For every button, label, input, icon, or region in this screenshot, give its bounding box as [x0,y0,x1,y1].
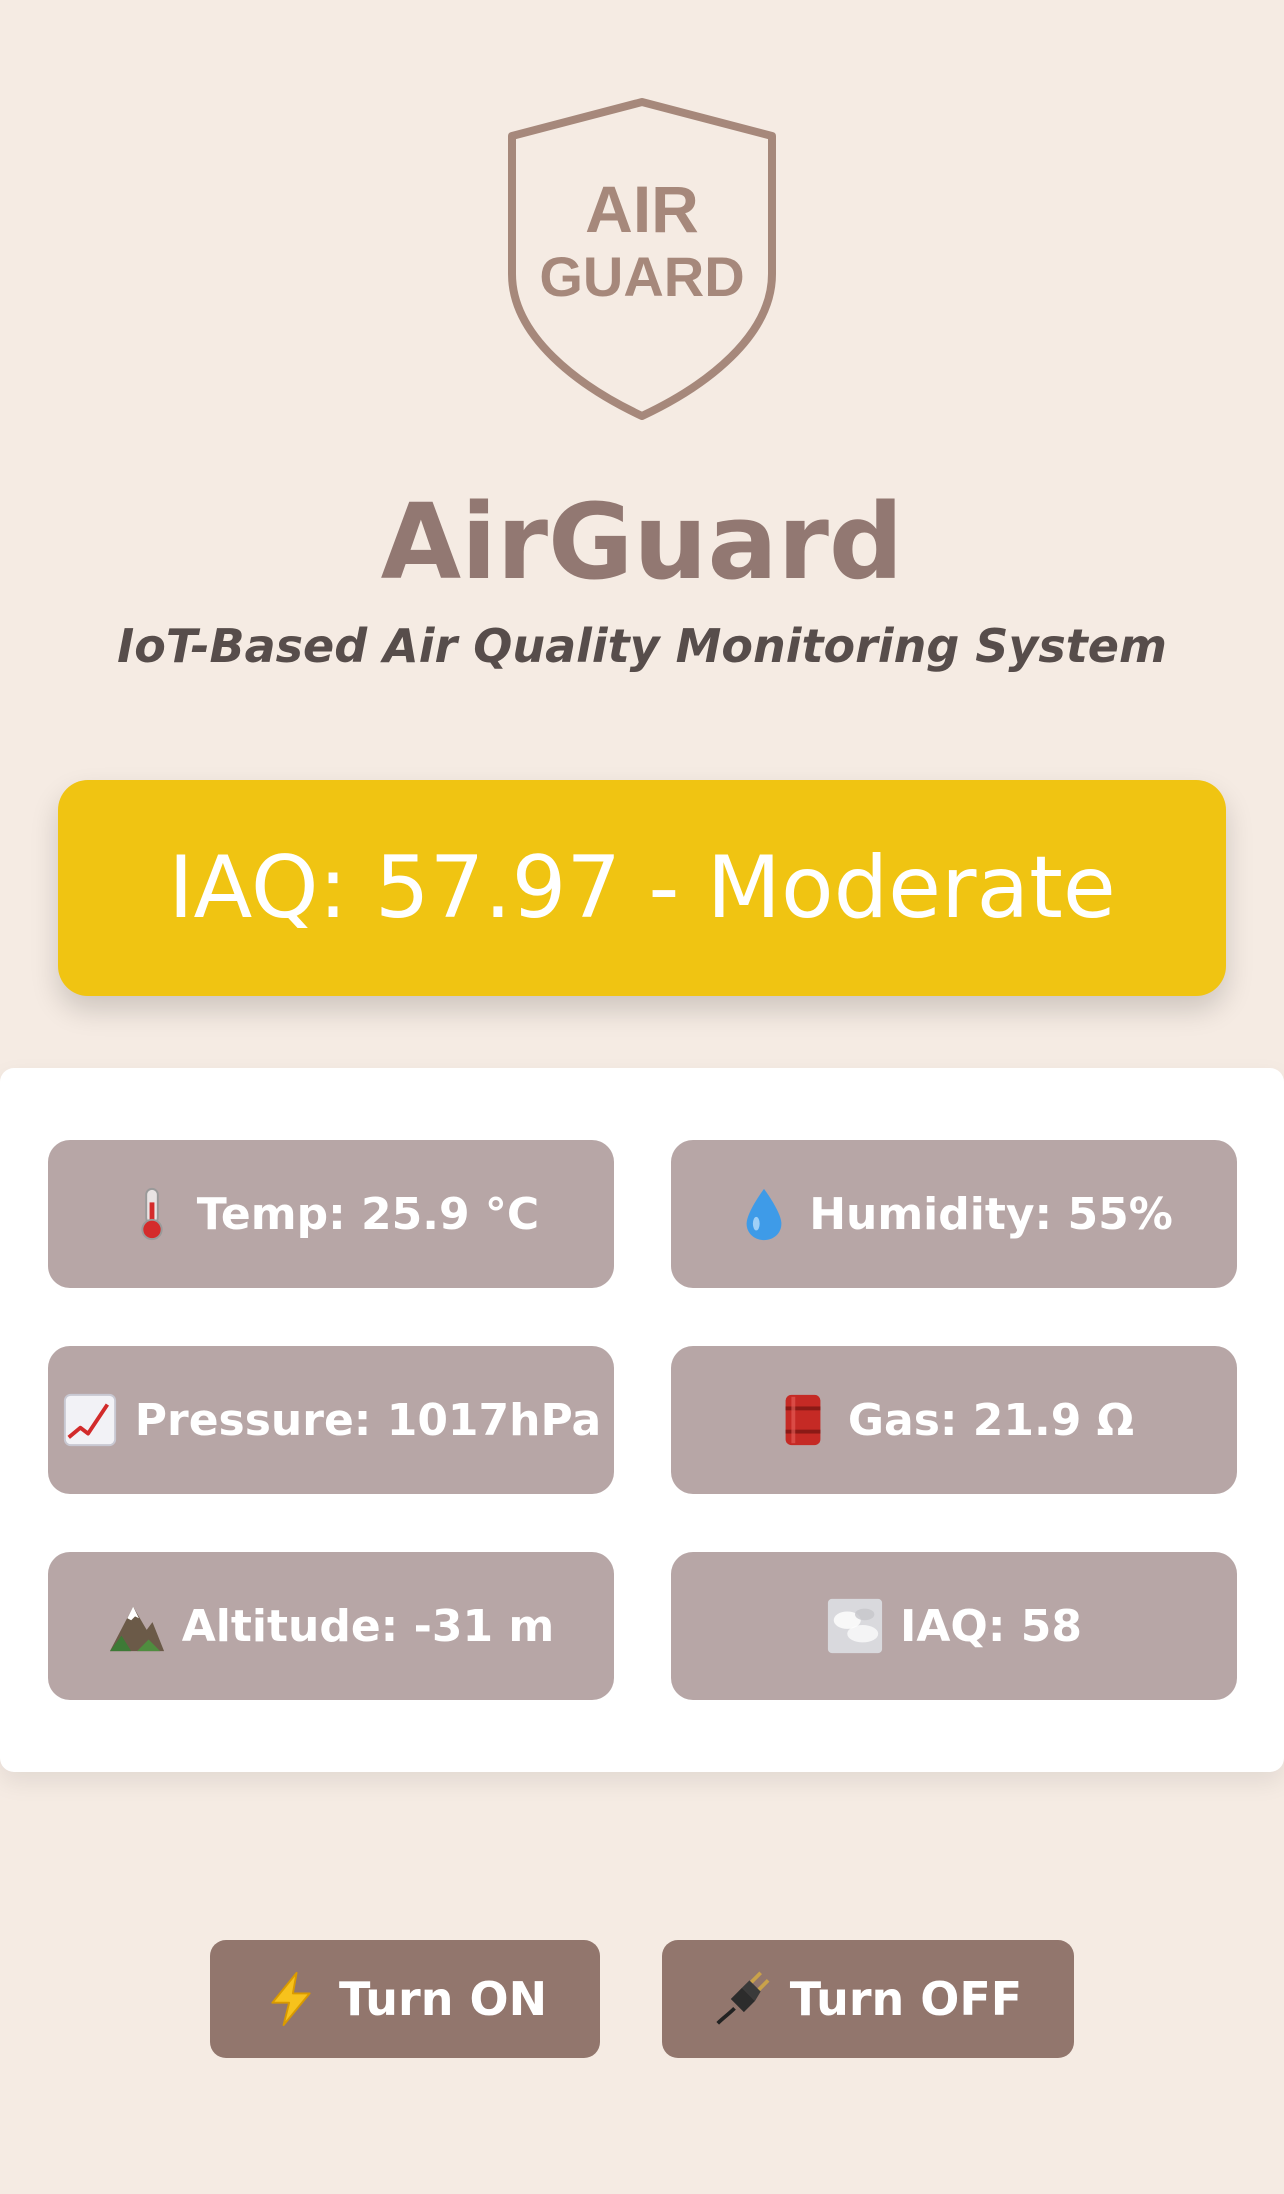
temperature-label: Temp: 25.9 °C [196,1188,540,1240]
temperature-tile: Temp: 25.9 °C [48,1140,614,1288]
iaq-status-text: IAQ: 57.97 - Moderate [168,838,1116,938]
logo-line-1: AIR [585,172,699,246]
humidity-label: Humidity: 55% [809,1188,1173,1240]
iaq-status-banner: IAQ: 57.97 - Moderate [58,780,1226,996]
mountain-icon [108,1597,166,1655]
iaq-tile: IAQ: 58 [671,1552,1237,1700]
pressure-tile: Pressure: 1017hPa [48,1346,614,1494]
droplet-icon [735,1185,793,1243]
oil-drum-icon [774,1391,832,1449]
turn-on-button[interactable]: Turn ON [210,1940,600,2058]
plug-icon [714,1971,770,2027]
shield-icon: AIR GUARD [508,98,776,420]
turn-on-label: Turn ON [338,1972,548,2026]
logo-line-2: GUARD [539,245,744,308]
app-title: AirGuard [380,481,904,603]
altitude-tile: Altitude: -31 m [48,1552,614,1700]
pressure-label: Pressure: 1017hPa [134,1394,602,1446]
airguard-logo: AIR GUARD [506,96,778,420]
altitude-label: Altitude: -31 m [181,1600,555,1652]
iaq-label: IAQ: 58 [900,1600,1082,1652]
turn-off-label: Turn OFF [789,1972,1023,2026]
humidity-tile: Humidity: 55% [671,1140,1237,1288]
fog-icon [826,1597,884,1655]
chart-increasing-icon [61,1391,119,1449]
gas-label: Gas: 21.9 Ω [847,1394,1135,1446]
turn-off-button[interactable]: Turn OFF [662,1940,1074,2058]
app-subtitle: IoT-Based Air Quality Monitoring System [117,619,1167,673]
lightning-icon [263,1971,319,2027]
gas-tile: Gas: 21.9 Ω [671,1346,1237,1494]
thermometer-icon [123,1185,181,1243]
readings-panel: Temp: 25.9 °C Humidity: 55% Pressure: 10… [0,1068,1284,1772]
